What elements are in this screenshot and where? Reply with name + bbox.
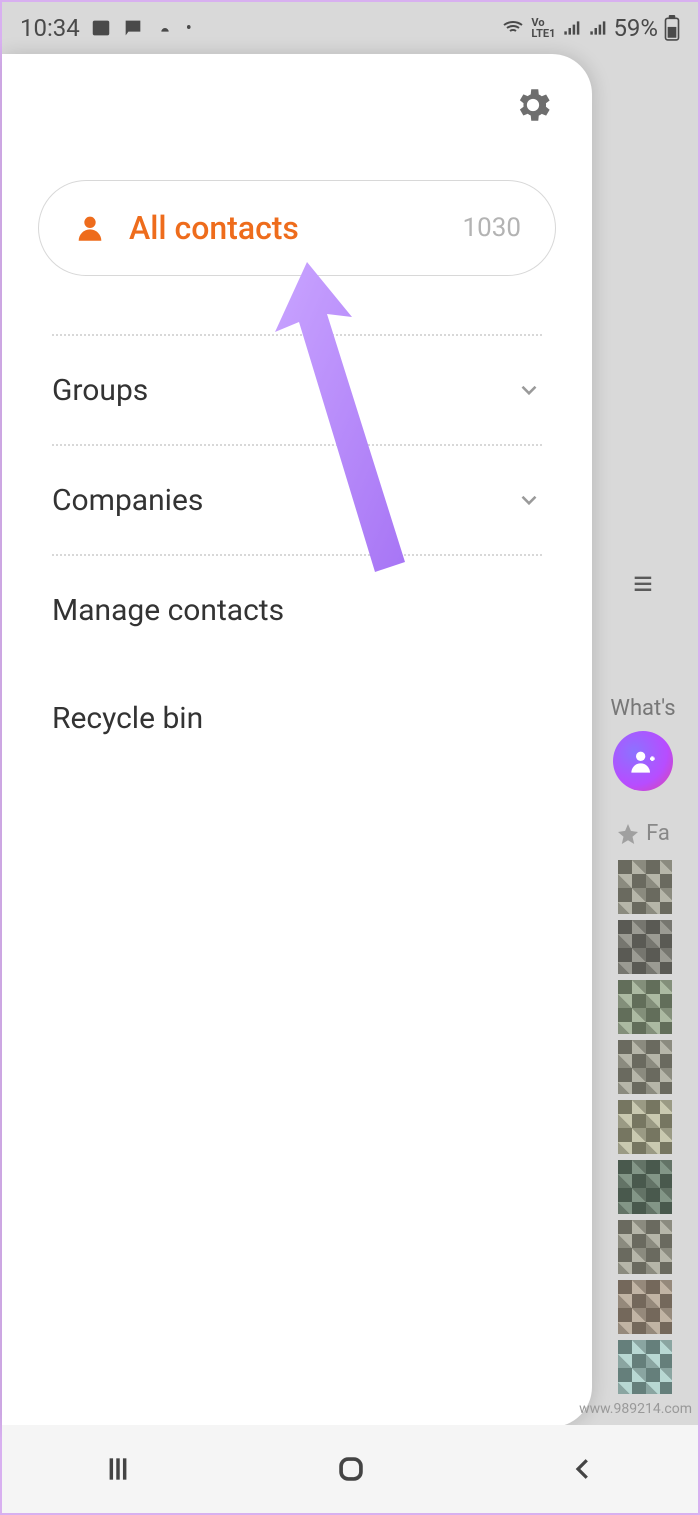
signal-icon-2 <box>587 18 607 38</box>
home-button[interactable] <box>334 1452 368 1486</box>
status-bar: 10:34 • VoLTE1 59% <box>2 2 698 54</box>
person-icon <box>73 211 107 245</box>
all-contacts-count: 1030 <box>463 213 521 243</box>
all-contacts-label: All contacts <box>129 209 441 247</box>
notification-icon <box>90 17 112 39</box>
chevron-down-icon <box>516 377 542 403</box>
contact-thumb[interactable] <box>618 1340 672 1394</box>
whats-label: What's <box>610 696 675 721</box>
drawer-item-label: Manage contacts <box>52 593 284 628</box>
gear-icon[interactable] <box>512 84 554 126</box>
drawer-item-label: Companies <box>52 483 203 518</box>
star-icon <box>616 822 640 846</box>
vo-lte-icon: VoLTE1 <box>531 17 555 39</box>
contact-thumb[interactable] <box>618 1100 672 1154</box>
contact-thumb[interactable] <box>618 1160 672 1214</box>
battery-icon <box>664 15 680 41</box>
sunrise-icon <box>154 17 176 39</box>
message-icon <box>122 17 144 39</box>
contact-thumb[interactable] <box>618 1220 672 1274</box>
contact-thumb[interactable] <box>618 860 672 914</box>
signal-icon-1 <box>561 18 581 38</box>
wifi-icon <box>501 16 525 40</box>
all-contacts-pill[interactable]: All contacts 1030 <box>38 180 556 276</box>
contact-thumb[interactable] <box>618 980 672 1034</box>
recents-button[interactable] <box>102 1453 134 1485</box>
watermark: www.989214.com <box>579 1401 692 1417</box>
navigation-drawer: All contacts 1030 Groups Companies Manag… <box>2 54 592 1427</box>
chevron-down-icon <box>516 487 542 513</box>
back-button[interactable] <box>568 1454 598 1484</box>
contact-thumb[interactable] <box>618 920 672 974</box>
app-background: ≡ What's Fa <box>588 54 698 1427</box>
android-nav-bar <box>2 1425 698 1513</box>
hamburger-icon[interactable]: ≡ <box>633 564 653 604</box>
add-contact-avatar[interactable] <box>613 731 673 791</box>
drawer-item-companies[interactable]: Companies <box>52 446 542 554</box>
drawer-item-recycle-bin[interactable]: Recycle bin <box>52 664 542 772</box>
drawer-item-label: Recycle bin <box>52 701 203 736</box>
contact-thumb[interactable] <box>618 1040 672 1094</box>
drawer-item-manage-contacts[interactable]: Manage contacts <box>52 556 542 664</box>
drawer-item-groups[interactable]: Groups <box>52 336 542 444</box>
battery-percent: 59% <box>613 14 658 42</box>
more-dot-icon: • <box>186 18 192 39</box>
contact-thumb[interactable] <box>618 1280 672 1334</box>
drawer-item-label: Groups <box>52 373 148 408</box>
favourites-label: Fa <box>646 821 670 846</box>
status-time: 10:34 <box>20 14 80 42</box>
